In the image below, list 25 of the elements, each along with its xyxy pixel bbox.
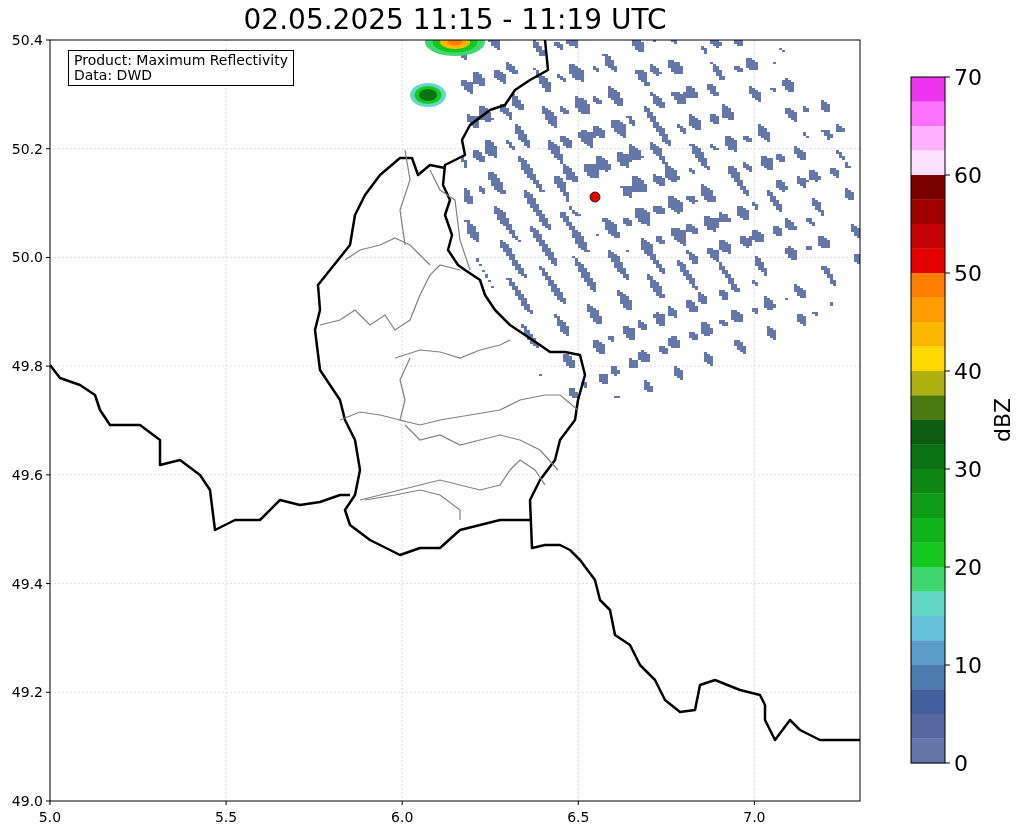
colorbar-tick-label: 20 [954, 555, 982, 580]
colorbar-tick-label: 60 [954, 163, 982, 188]
x-axis-tick-label: 5.0 [38, 809, 62, 825]
radar-site-marker [589, 191, 601, 203]
y-axis-tick-label: 50.2 [11, 140, 43, 157]
colorbar-tick-label: 70 [954, 65, 982, 90]
x-axis-tick-label: 7.0 [743, 809, 766, 825]
y-axis-tick-label: 49.8 [11, 358, 43, 375]
colorbar-tick-label: 0 [954, 751, 968, 776]
y-axis-tick-label: 50.0 [11, 249, 43, 266]
colorbar-label: dBZ [990, 397, 1015, 443]
y-axis-tick-label: 49.0 [11, 793, 43, 809]
colorbar-tick-label: 40 [954, 359, 982, 384]
colorbar-tick-label: 30 [954, 457, 982, 482]
x-axis-tick-label: 6.0 [391, 809, 414, 825]
x-axis-tick-label: 5.5 [214, 809, 238, 825]
y-axis-tick-label: 50.4 [11, 32, 43, 48]
y-axis-tick-label: 49.2 [11, 684, 43, 701]
x-axis-tick-label: 6.5 [567, 809, 590, 825]
colorbar-tick-label: 10 [954, 653, 982, 678]
y-axis-tick-label: 49.4 [11, 575, 43, 592]
legend-text: Product: Maximum Reflectivity [74, 53, 288, 68]
y-axis-tick-label: 49.6 [11, 466, 43, 483]
colorbar-tick-label: 50 [954, 261, 982, 286]
legend-text: Data: DWD [74, 68, 153, 83]
